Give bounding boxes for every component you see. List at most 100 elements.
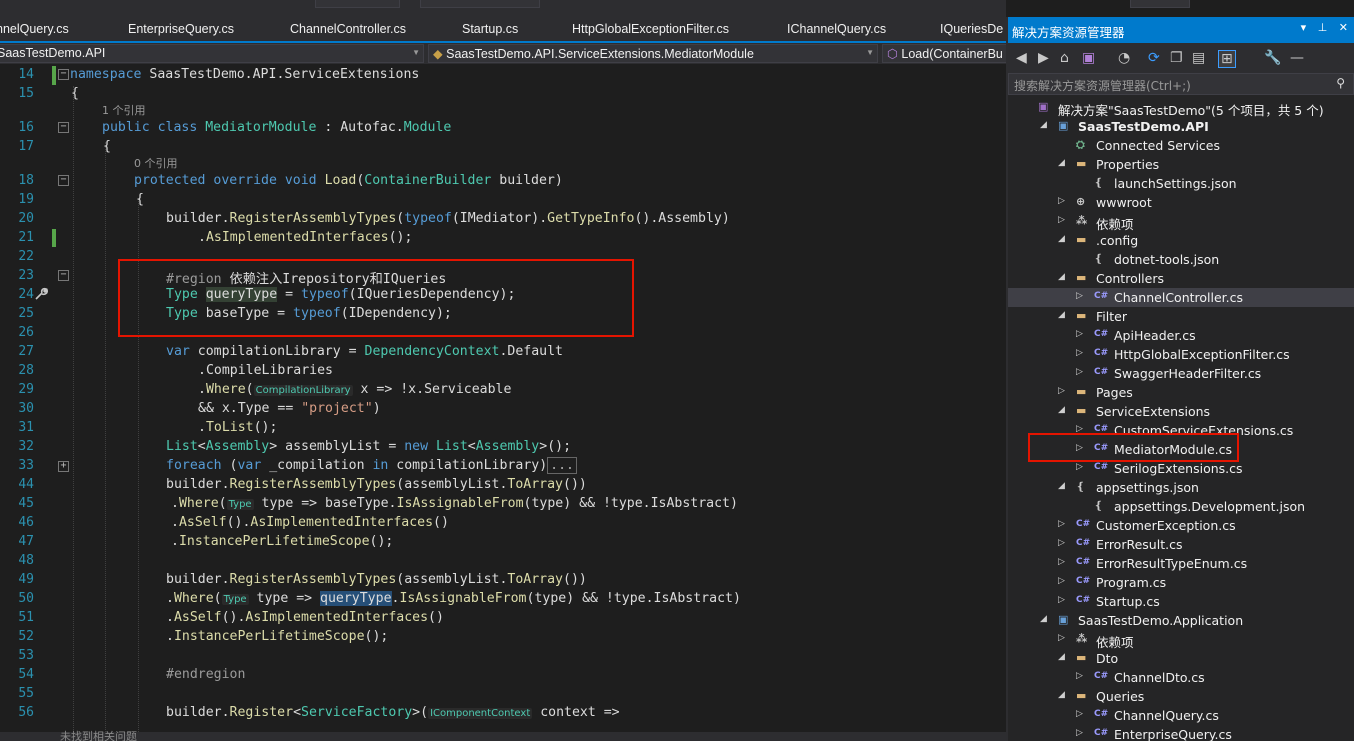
search-icon[interactable]: ⚲ xyxy=(1336,76,1345,90)
minimize-icon[interactable]: — xyxy=(1290,50,1304,66)
tree-item[interactable]: ◢ ▬ Filter xyxy=(1008,307,1354,326)
tree-item[interactable]: ▷ ⊕ wwwroot xyxy=(1008,193,1354,212)
dropdown-icon[interactable]: ▾ xyxy=(1301,21,1307,34)
collapsed-arrow-icon[interactable]: ▷ xyxy=(1058,557,1065,567)
tab-enterprisequery[interactable]: EnterpriseQuery.cs xyxy=(128,22,234,36)
toolbar-dropdown[interactable] xyxy=(1130,0,1190,8)
collapsed-arrow-icon[interactable]: ▷ xyxy=(1058,519,1065,529)
tree-item[interactable]: ▷ C# ErrorResultTypeEnum.cs xyxy=(1008,554,1354,573)
tree-item[interactable]: ❴ appsettings.Development.json xyxy=(1008,497,1354,516)
expanded-arrow-icon[interactable]: ◢ xyxy=(1058,690,1065,700)
collapsed-arrow-icon[interactable]: ▷ xyxy=(1058,196,1065,206)
tree-item[interactable]: ▷ C# SwaggerHeaderFilter.cs xyxy=(1008,364,1354,383)
collapsed-arrow-icon[interactable]: ▷ xyxy=(1076,291,1083,301)
tree-item[interactable]: ▷ C# Startup.cs xyxy=(1008,592,1354,611)
collapsed-arrow-icon[interactable]: ▷ xyxy=(1058,538,1065,548)
tree-item[interactable]: ❴ launchSettings.json xyxy=(1008,174,1354,193)
forward-icon[interactable]: ▶ xyxy=(1038,50,1049,66)
collapsed-arrow-icon[interactable]: ▷ xyxy=(1058,595,1065,605)
expanded-arrow-icon[interactable]: ◢ xyxy=(1058,234,1065,244)
tree-item[interactable]: ⛭ Connected Services xyxy=(1008,136,1354,155)
collapsed-arrow-icon[interactable]: ▷ xyxy=(1076,367,1083,377)
code-editor[interactable]: − − − − + 14 15 16 17 18 19 20 21 22 23 … xyxy=(0,64,1006,732)
expanded-arrow-icon[interactable]: ◢ xyxy=(1058,310,1065,320)
wrench-icon[interactable] xyxy=(33,286,49,302)
toolbar-dropdown[interactable] xyxy=(315,0,400,8)
tree-item[interactable]: ◢ ▣ SaasTestDemo.Application xyxy=(1008,611,1354,630)
close-icon[interactable]: ✕ xyxy=(1339,21,1348,34)
fold-toggle[interactable]: − xyxy=(58,270,69,281)
tree-item[interactable]: ◢ ▬ Properties xyxy=(1008,155,1354,174)
tree-item[interactable]: ◢ ▣ SaasTestDemo.API xyxy=(1008,117,1354,136)
collapsed-arrow-icon[interactable]: ▷ xyxy=(1058,386,1065,396)
tree-item[interactable]: ▷ C# CustomerException.cs xyxy=(1008,516,1354,535)
collapsed-arrow-icon[interactable]: ▷ xyxy=(1058,633,1065,643)
project-dropdown[interactable]: SaasTestDemo.API ▼ xyxy=(0,44,424,63)
tree-item[interactable]: ◢ ▬ Queries xyxy=(1008,687,1354,706)
class-dropdown[interactable]: ◆ SaasTestDemo.API.ServiceExtensions.Med… xyxy=(428,44,878,63)
collapse-all-icon[interactable]: ❐ xyxy=(1170,50,1183,66)
tree-item[interactable]: ▷ ▬ Pages xyxy=(1008,383,1354,402)
collapsed-arrow-icon[interactable]: ▷ xyxy=(1076,329,1083,339)
codelens-references[interactable]: 0 个引用 xyxy=(134,155,178,171)
tab-channelcontroller[interactable]: ChannelController.cs xyxy=(290,22,406,36)
collapsed-arrow-icon[interactable]: ▷ xyxy=(1076,348,1083,358)
properties-icon[interactable]: 🔧 xyxy=(1264,50,1281,66)
member-dropdown[interactable]: ⬡ Load(ContainerBu xyxy=(882,44,1006,63)
tree-item[interactable]: ▷ ⁂ 依赖项 xyxy=(1008,212,1354,232)
toolbar-dropdown[interactable] xyxy=(420,0,540,8)
expanded-arrow-icon[interactable]: ◢ xyxy=(1058,272,1065,282)
show-all-files-icon[interactable]: ▤ xyxy=(1192,50,1205,66)
preview-selected-icon[interactable]: ⊞ xyxy=(1218,50,1236,68)
expanded-arrow-icon[interactable]: ◢ xyxy=(1040,120,1047,130)
tree-item[interactable]: ❴ dotnet-tools.json xyxy=(1008,250,1354,269)
tree-item[interactable]: ◢ ▬ Dto xyxy=(1008,649,1354,668)
collapsed-arrow-icon[interactable]: ▷ xyxy=(1076,728,1083,738)
tree-item[interactable]: ▷ C# HttpGlobalExceptionFilter.cs xyxy=(1008,345,1354,364)
tree-item[interactable]: ◢ ▬ .config xyxy=(1008,231,1354,250)
line-number: 51 xyxy=(18,610,34,625)
collapsed-arrow-icon[interactable]: ▷ xyxy=(1076,462,1083,472)
expanded-arrow-icon[interactable]: ◢ xyxy=(1040,614,1047,624)
no-issues-indicator[interactable]: 未找到相关问题 xyxy=(60,728,137,741)
tree-item[interactable]: ▷ C# Program.cs xyxy=(1008,573,1354,592)
sync-icon[interactable]: ⟳ xyxy=(1148,50,1160,66)
collapsed-region[interactable]: ... xyxy=(547,457,577,474)
tab-iqueriesdependency[interactable]: IQueriesDe xyxy=(940,22,1003,36)
tree-item[interactable]: ▷ C# ChannelDto.cs xyxy=(1008,668,1354,687)
fold-toggle[interactable]: − xyxy=(58,69,69,80)
tree-item[interactable]: ▷ C# ErrorResult.cs xyxy=(1008,535,1354,554)
switch-view-icon[interactable]: ▣ xyxy=(1082,50,1095,66)
pin-icon[interactable]: ⊥ xyxy=(1318,21,1328,34)
collapsed-arrow-icon[interactable]: ▷ xyxy=(1076,709,1083,719)
tab-ichannelquery[interactable]: IChannelQuery.cs xyxy=(787,22,886,36)
fold-toggle[interactable]: + xyxy=(58,461,69,472)
pending-changes-icon[interactable]: ◔ xyxy=(1118,50,1130,66)
collapsed-arrow-icon[interactable]: ▷ xyxy=(1058,215,1065,225)
tree-item[interactable]: ▷ C# EnterpriseQuery.cs xyxy=(1008,725,1354,741)
tree-item[interactable]: ▷ C# ChannelController.cs xyxy=(1008,288,1354,307)
fold-toggle[interactable]: − xyxy=(58,122,69,133)
back-icon[interactable]: ◀ xyxy=(1016,50,1027,66)
expanded-arrow-icon[interactable]: ◢ xyxy=(1058,158,1065,168)
tree-item[interactable]: ▣ 解决方案"SaasTestDemo"(5 个项目，共 5 个) xyxy=(1008,98,1354,118)
fold-toggle[interactable]: − xyxy=(58,175,69,186)
tree-item[interactable]: ▷ ⁂ 依赖项 xyxy=(1008,630,1354,650)
csharp-file-icon: C# xyxy=(1094,329,1109,339)
tree-item[interactable]: ▷ C# ApiHeader.cs xyxy=(1008,326,1354,345)
expanded-arrow-icon[interactable]: ◢ xyxy=(1058,652,1065,662)
expanded-arrow-icon[interactable]: ◢ xyxy=(1058,481,1065,491)
expanded-arrow-icon[interactable]: ◢ xyxy=(1058,405,1065,415)
codelens-references[interactable]: 1 个引用 xyxy=(102,102,146,118)
collapsed-arrow-icon[interactable]: ▷ xyxy=(1058,576,1065,586)
tab-startup[interactable]: Startup.cs xyxy=(462,22,518,36)
collapsed-arrow-icon[interactable]: ▷ xyxy=(1076,671,1083,681)
home-icon[interactable]: ⌂ xyxy=(1060,50,1069,66)
tree-item[interactable]: ◢ ▬ Controllers xyxy=(1008,269,1354,288)
tree-item[interactable]: ◢ ❴ appsettings.json xyxy=(1008,478,1354,497)
tab-channelquery[interactable]: nnelQuery.cs xyxy=(0,22,69,36)
tab-httpglobalexceptionfilter[interactable]: HttpGlobalExceptionFilter.cs xyxy=(572,22,729,36)
solution-explorer-search-input[interactable]: 搜索解决方案资源管理器(Ctrl+;) ⚲ xyxy=(1008,73,1354,95)
tree-item[interactable]: ▷ C# ChannelQuery.cs xyxy=(1008,706,1354,725)
tree-item[interactable]: ◢ ▬ ServiceExtensions xyxy=(1008,402,1354,421)
